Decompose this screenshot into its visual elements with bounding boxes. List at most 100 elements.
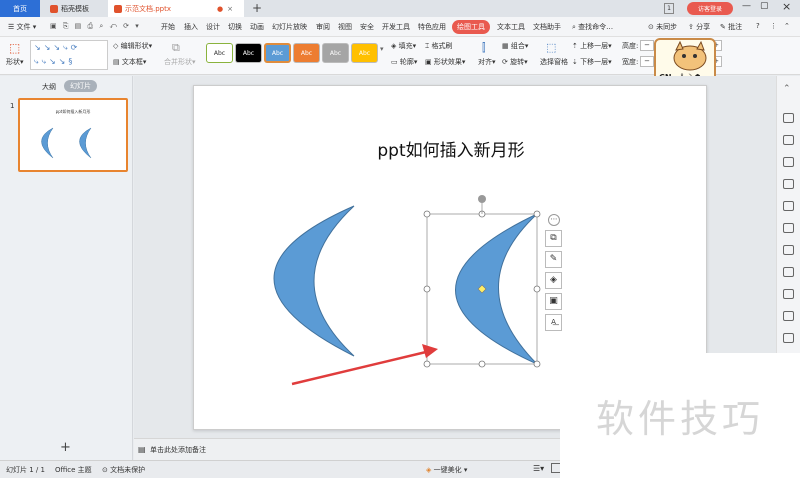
group-button[interactable]: ▦ 组合▾ xyxy=(502,41,528,51)
red-arrow-line xyxy=(291,350,427,386)
add-slide-icon[interactable]: + xyxy=(60,440,71,455)
close-tab-icon[interactable]: × xyxy=(227,5,233,13)
sidebar-help-icon[interactable] xyxy=(783,333,794,343)
tab-home[interactable]: 首页 xyxy=(0,0,40,17)
sidebar-animation-icon[interactable] xyxy=(783,179,794,189)
outline-button[interactable]: ▭ 轮廓▾ xyxy=(391,57,417,67)
watermark: 软件技巧 xyxy=(560,353,800,478)
notes-placeholder[interactable]: 单击此处添加备注 xyxy=(150,445,206,455)
fill-button[interactable]: ◈ 填充▾ xyxy=(391,41,416,51)
send-backward-label: 下移一层 xyxy=(580,58,609,66)
menu-item-developer[interactable]: 开发工具 xyxy=(382,22,410,32)
visitor-login-button[interactable]: 访客登录 xyxy=(687,2,733,15)
rotate-handle-icon[interactable] xyxy=(478,195,486,203)
beautify-label: 一键美化 xyxy=(433,466,462,474)
protection-status[interactable]: ⊙ 文档未保护 xyxy=(102,465,145,475)
float-frame-icon[interactable]: ▣ xyxy=(545,293,562,310)
floating-more-icon[interactable]: ⋯ xyxy=(548,214,560,226)
menu-item-animation[interactable]: 动画 xyxy=(250,22,264,32)
menu-file[interactable]: ☰ 文件 ▾ xyxy=(8,22,36,32)
float-fill-icon[interactable]: ◈ xyxy=(545,272,562,289)
select-pane-button[interactable]: 选择窗格 xyxy=(540,57,568,67)
beautify-button[interactable]: ◈ 一键美化 ▾ xyxy=(426,465,467,475)
width-label: 宽度: xyxy=(622,58,639,66)
sidebar-chart-icon[interactable] xyxy=(783,245,794,255)
outline-label: 轮廓 xyxy=(399,58,414,66)
sidebar-copy-icon[interactable] xyxy=(783,135,794,145)
sidebar-library-icon[interactable] xyxy=(783,311,794,321)
shape-style-gold[interactable]: Abc xyxy=(351,43,378,63)
search-command[interactable]: ⌕ 查找命令… xyxy=(572,22,613,32)
slide-thumbnail[interactable]: ppt如何插入新月形 xyxy=(18,98,128,172)
rotate-button[interactable]: ⟳ 旋转▾ xyxy=(502,57,528,67)
menu-item-view[interactable]: 视图 xyxy=(338,22,352,32)
menu-item-slideshow[interactable]: 幻灯片放映 xyxy=(272,22,307,32)
shape-style-orange[interactable]: Abc xyxy=(293,43,320,63)
edit-shape-button[interactable]: ◇ 编辑形状▾ xyxy=(113,41,152,51)
shape-style-black[interactable]: Abc xyxy=(235,43,262,63)
sidebar-sync-icon[interactable] xyxy=(783,201,794,211)
sync-status[interactable]: ⊙ 未同步 xyxy=(648,22,677,32)
sidebar-fill-icon[interactable] xyxy=(783,157,794,167)
comment-label: 批注 xyxy=(728,23,743,31)
menu-item-review[interactable]: 审阅 xyxy=(316,22,330,32)
slides-tab[interactable]: 幻灯片 xyxy=(64,80,97,92)
shape-style-gray[interactable]: Abc xyxy=(322,43,349,63)
menu-item-text-tools[interactable]: 文本工具 xyxy=(497,22,525,32)
crescent-shape-left[interactable] xyxy=(273,205,355,357)
quick-access-toolbar[interactable]: ▣ ⎘ ▤ ⎙ ⌕ ⤺ ⟳ ▾ xyxy=(50,22,141,31)
close-window-icon[interactable]: × xyxy=(782,0,791,13)
shape-style-white[interactable]: Abc xyxy=(206,43,233,63)
line-shapes-gallery[interactable]: ↘↘↘⤷⟳ ⤷⤷↘↘§ xyxy=(30,40,108,70)
send-backward-button[interactable]: ⇣ 下移一层▾ xyxy=(572,57,612,67)
width-decrease-button[interactable]: − xyxy=(640,56,654,67)
menu-item-transition[interactable]: 切换 xyxy=(228,22,242,32)
sidebar-backup-icon[interactable] xyxy=(783,223,794,233)
format-brush-button[interactable]: ⌶ 格式刷 xyxy=(425,41,452,51)
comment-button[interactable]: ✎ 批注 xyxy=(720,22,742,32)
menu-file-label: 文件 xyxy=(16,23,31,31)
menu-item-security[interactable]: 安全 xyxy=(360,22,374,32)
shape-icon[interactable]: ⬚ xyxy=(9,41,20,55)
bring-forward-button[interactable]: ⇡ 上移一层▾ xyxy=(572,41,612,51)
tab-document[interactable]: 示范文档.pptx ● × xyxy=(108,0,244,17)
menu-item-doc-assistant[interactable]: 文档助手 xyxy=(533,22,561,32)
help-icon[interactable]: ? xyxy=(756,22,760,30)
minimize-icon[interactable]: — xyxy=(742,1,751,11)
outline-tab[interactable]: 大纲 xyxy=(42,82,56,92)
new-tab-icon[interactable]: + xyxy=(252,1,262,15)
beautify-icon: ◈ xyxy=(426,466,432,474)
merge-shape-button[interactable]: 合并形状▾ xyxy=(164,57,196,67)
menu-item-design[interactable]: 设计 xyxy=(206,22,220,32)
view-normal-icon[interactable]: ☰▾ xyxy=(533,464,544,473)
menu-item-insert[interactable]: 插入 xyxy=(184,22,198,32)
shape-button[interactable]: 形状▾ xyxy=(6,57,24,67)
collapse-ribbon-icon[interactable]: ⌃ xyxy=(784,22,790,30)
align-icon: ⫿ xyxy=(482,41,486,54)
share-button[interactable]: ⇪ 分享 xyxy=(688,22,710,32)
menu-item-features[interactable]: 特色应用 xyxy=(418,22,446,32)
float-layers-icon[interactable]: ⧉ xyxy=(545,230,562,247)
height-decrease-button[interactable]: − xyxy=(640,40,654,51)
menu-item-start[interactable]: 开始 xyxy=(161,22,175,32)
shape-effect-button[interactable]: ▣ 形状效果▾ xyxy=(425,57,465,67)
float-text-icon[interactable]: A͟ xyxy=(545,314,562,331)
sidebar-archive-icon[interactable] xyxy=(783,289,794,299)
shape-style-blue[interactable]: Abc xyxy=(264,43,291,63)
maximize-icon[interactable]: ▢ xyxy=(760,1,769,11)
search-command-label: 查找命令… xyxy=(578,23,614,31)
text-box-button[interactable]: ▤ 文本框▾ xyxy=(113,57,146,67)
menu-item-drawing-tools[interactable]: 绘图工具 xyxy=(452,20,490,34)
slide-number: 1 xyxy=(10,102,15,110)
slide-pane: 大纲 幻灯片 1 ppt如何插入新月形 + xyxy=(0,76,133,460)
tab-templates[interactable]: 稻壳模板 xyxy=(44,0,104,17)
align-button[interactable]: 对齐▾ xyxy=(478,57,496,67)
more-icon[interactable]: ⋮ xyxy=(770,22,777,30)
sidebar-object-icon[interactable] xyxy=(783,113,794,123)
crescent-shape-selected[interactable] xyxy=(455,213,538,365)
sidebar-shield-icon[interactable] xyxy=(783,267,794,277)
style-gallery-more-icon[interactable]: ▾ xyxy=(380,45,384,53)
float-outline-icon[interactable]: ✎ xyxy=(545,251,562,268)
sidebar-collapse-icon[interactable]: ⌃ xyxy=(783,84,791,94)
theme-name: Office 主题 xyxy=(55,466,92,474)
